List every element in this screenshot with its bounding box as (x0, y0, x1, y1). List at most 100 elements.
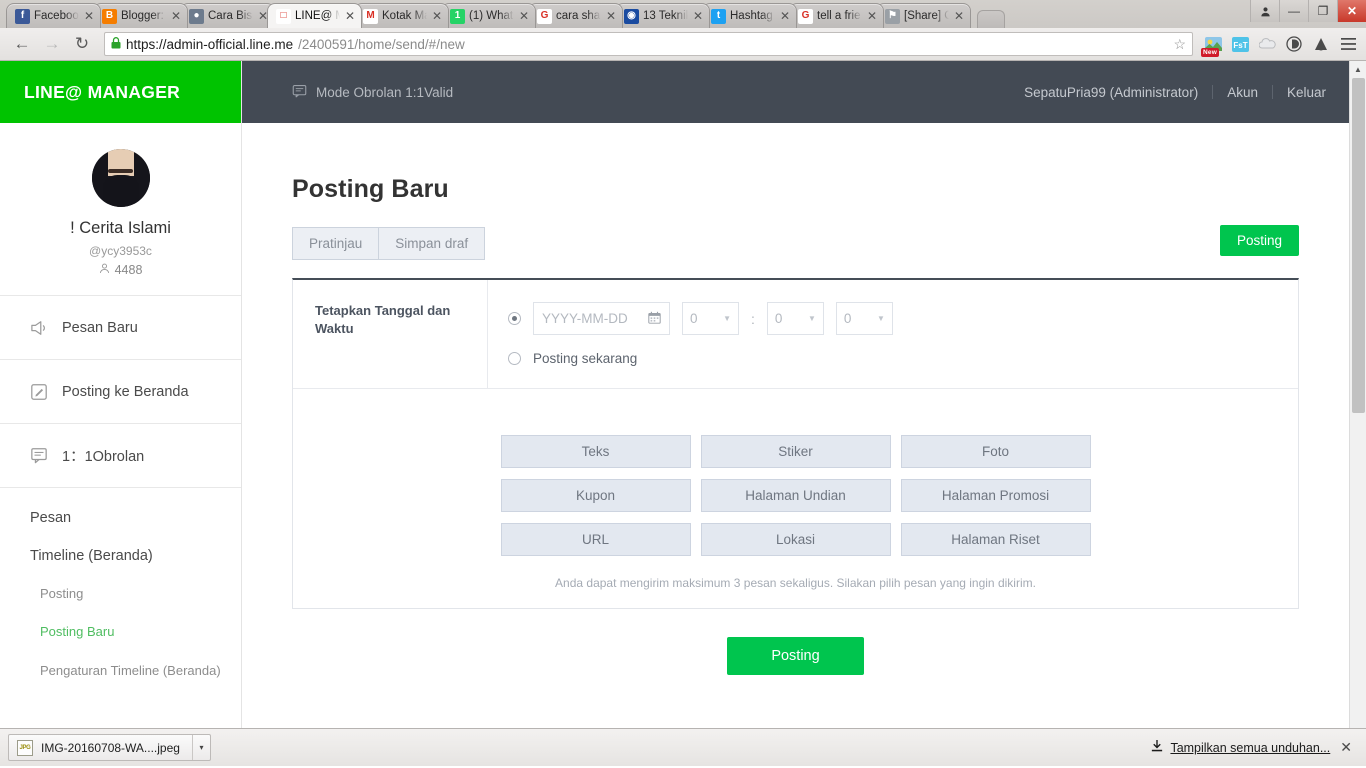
schedule-datetime-option[interactable]: YYYY-MM-DD 0 ▼ : 0 ▼ 0 ▼ (508, 302, 1278, 335)
tab-close-icon[interactable]: ✕ (518, 10, 530, 22)
new-extension-icon[interactable]: New (1201, 34, 1223, 57)
sidebar-section-timeline[interactable]: Timeline (Beranda) (0, 548, 241, 586)
browser-tab[interactable]: □ LINE@ M ✕ (267, 3, 362, 28)
tab-close-icon[interactable]: ✕ (692, 10, 704, 22)
message-type-button[interactable]: Foto (900, 435, 1091, 468)
show-all-downloads-link[interactable]: Tampilkan semua unduhan... (1151, 740, 1330, 755)
browser-tab[interactable]: Gtell a frie ✕ (789, 3, 884, 28)
message-type-button[interactable]: Stiker (700, 435, 891, 468)
tab-close-icon[interactable]: ✕ (779, 10, 791, 22)
browser-tab[interactable]: M Kotak Ma ✕ (354, 3, 449, 28)
schedule-radio[interactable] (508, 312, 521, 325)
forward-button[interactable]: → (38, 30, 66, 58)
sidebar-item-label: Pesan Baru (62, 319, 138, 336)
date-input[interactable]: YYYY-MM-DD (533, 302, 670, 335)
cloud-extension-icon[interactable] (1257, 34, 1277, 54)
reload-button[interactable]: ↻ (68, 30, 96, 58)
post-now-label: Posting sekarang (533, 351, 638, 366)
message-type-button[interactable]: Halaman Promosi (900, 479, 1091, 512)
topbar-account-area: SepatuPria99 (Administrator) Akun Keluar (1010, 85, 1340, 100)
tab-close-icon[interactable]: ✕ (605, 10, 617, 22)
browser-tab-title: Facebook (34, 10, 79, 22)
browser-tab-title: Hashtag (730, 10, 773, 22)
browser-tab-title: tell a frie (817, 10, 861, 22)
browser-tab[interactable]: ◉ 13 Teknik ✕ (615, 3, 710, 28)
dashlane-extension-icon[interactable] (1284, 34, 1304, 54)
minimize-button[interactable]: — (1279, 0, 1308, 22)
browser-tab[interactable]: f Facebook ✕ (6, 3, 101, 28)
bookmark-star-icon[interactable]: ☆ (1173, 36, 1186, 53)
sidebar-section-pesan[interactable]: Pesan (0, 510, 241, 548)
post-button-top[interactable]: Posting (1219, 225, 1299, 256)
post-button-bottom[interactable]: Posting (727, 637, 864, 675)
maximize-button[interactable]: ❐ (1308, 0, 1337, 22)
tab-close-icon[interactable]: ✕ (953, 10, 965, 22)
chat-mode-indicator: Mode Obrolan 1:1Valid (292, 84, 453, 101)
sidebar-item-obrolan[interactable]: 1：1Obrolan (0, 424, 241, 488)
download-item[interactable]: JPG IMG-20160708-WA....jpeg ▾ (8, 734, 211, 761)
tab-strip: f Facebook ✕ B Blogger: ✕ ● Cara Bisn ✕ □ LINE@ M ✕… (0, 0, 1366, 28)
browser-chrome: f Facebook ✕ B Blogger: ✕ ● Cara Bisn ✕ □ LINE@ M ✕… (0, 0, 1366, 61)
schedule-controls: YYYY-MM-DD 0 ▼ : 0 ▼ 0 ▼ Posting sekaran… (488, 280, 1298, 388)
tab-close-icon[interactable]: ✕ (866, 10, 878, 22)
message-type-button[interactable]: Halaman Riset (900, 523, 1091, 556)
page-scrollbar[interactable]: ▲ (1349, 61, 1366, 766)
message-type-button[interactable]: Halaman Undian (700, 479, 891, 512)
close-download-bar-icon[interactable]: ✕ (1340, 739, 1352, 756)
adblock-extension-icon[interactable] (1311, 34, 1331, 54)
gmail-icon: M (363, 8, 378, 24)
download-menu-caret-icon[interactable]: ▾ (191, 735, 210, 760)
post-now-radio[interactable] (508, 352, 521, 365)
logout-link[interactable]: Keluar (1273, 85, 1340, 100)
scrollbar-thumb[interactable] (1352, 78, 1365, 413)
close-button[interactable]: ✕ (1337, 0, 1366, 22)
sidebar-item-posting-ke-beranda[interactable]: Posting ke Beranda (0, 360, 241, 424)
sidebar-item-label: 1：1Obrolan (62, 449, 145, 465)
sidebar-item-pesan-baru[interactable]: Pesan Baru (0, 296, 241, 360)
tab-close-icon[interactable]: ✕ (344, 10, 356, 22)
browser-tab[interactable]: B Blogger: ✕ (93, 3, 188, 28)
message-type-button[interactable]: Teks (500, 435, 691, 468)
avatar (91, 149, 150, 207)
app-topbar: Mode Obrolan 1:1Valid SepatuPria99 (Admi… (242, 61, 1366, 123)
new-tab-button[interactable] (977, 10, 1005, 28)
browser-tab-title: Blogger: (121, 10, 164, 22)
account-link[interactable]: Akun (1213, 85, 1272, 100)
address-bar[interactable]: https://admin-official.line.me/2400591/h… (104, 32, 1193, 56)
browser-tab[interactable]: t Hashtag ✕ (702, 3, 797, 28)
fst-extension-icon[interactable]: FsT (1230, 34, 1250, 54)
tab-close-icon[interactable]: ✕ (170, 10, 182, 22)
circle-icon: ◉ (624, 8, 639, 24)
post-now-option[interactable]: Posting sekarang (508, 351, 1278, 366)
brand-logo[interactable]: LINE@ MANAGER (0, 61, 241, 123)
message-type-button[interactable]: Kupon (500, 479, 691, 512)
sidebar-sections: Pesan Timeline (Beranda) Posting Posting… (0, 488, 241, 701)
download-bar-actions: Tampilkan semua unduhan... ✕ (1151, 739, 1358, 756)
browser-tab[interactable]: 1 (1) Whats ✕ (441, 3, 536, 28)
browser-tab-title: (1) Whats (469, 10, 514, 22)
minute-select[interactable]: 0 ▼ (766, 302, 824, 335)
sidebar-link-posting[interactable]: Posting (0, 586, 241, 624)
user-avatar-button[interactable] (1250, 0, 1279, 22)
sidebar-link-pengaturan-timeline[interactable]: Pengaturan Timeline (Beranda) (0, 663, 241, 701)
back-button[interactable]: ← (8, 30, 36, 58)
browser-tab[interactable]: ●Cara Bisn✕ (180, 3, 275, 28)
browser-tab[interactable]: Gcara shar ✕ (528, 3, 623, 28)
preview-button[interactable]: Pratinjau (292, 227, 380, 260)
save-draft-button[interactable]: Simpan draf (378, 227, 486, 260)
message-type-button[interactable]: Lokasi (700, 523, 891, 556)
chrome-menu-icon[interactable] (1338, 34, 1358, 54)
hour-select[interactable]: 0 ▼ (682, 302, 739, 335)
show-all-downloads-label: Tampilkan semua unduhan... (1170, 740, 1331, 755)
message-type-button[interactable]: URL (500, 523, 691, 556)
second-select[interactable]: 0 ▼ (835, 302, 893, 335)
tab-close-icon[interactable]: ✕ (431, 10, 443, 22)
calendar-icon[interactable] (648, 311, 661, 327)
hour-value: 0 (690, 311, 698, 326)
schedule-label: Tetapkan Tanggal dan Waktu (293, 280, 488, 388)
tab-close-icon[interactable]: ✕ (83, 10, 95, 22)
flag-icon: ⚑ (885, 8, 900, 24)
browser-tab[interactable]: ⚑ [Share] C ✕ (876, 3, 971, 28)
scroll-up-arrow[interactable]: ▲ (1350, 61, 1366, 78)
sidebar-link-posting-baru[interactable]: Posting Baru (0, 624, 241, 662)
